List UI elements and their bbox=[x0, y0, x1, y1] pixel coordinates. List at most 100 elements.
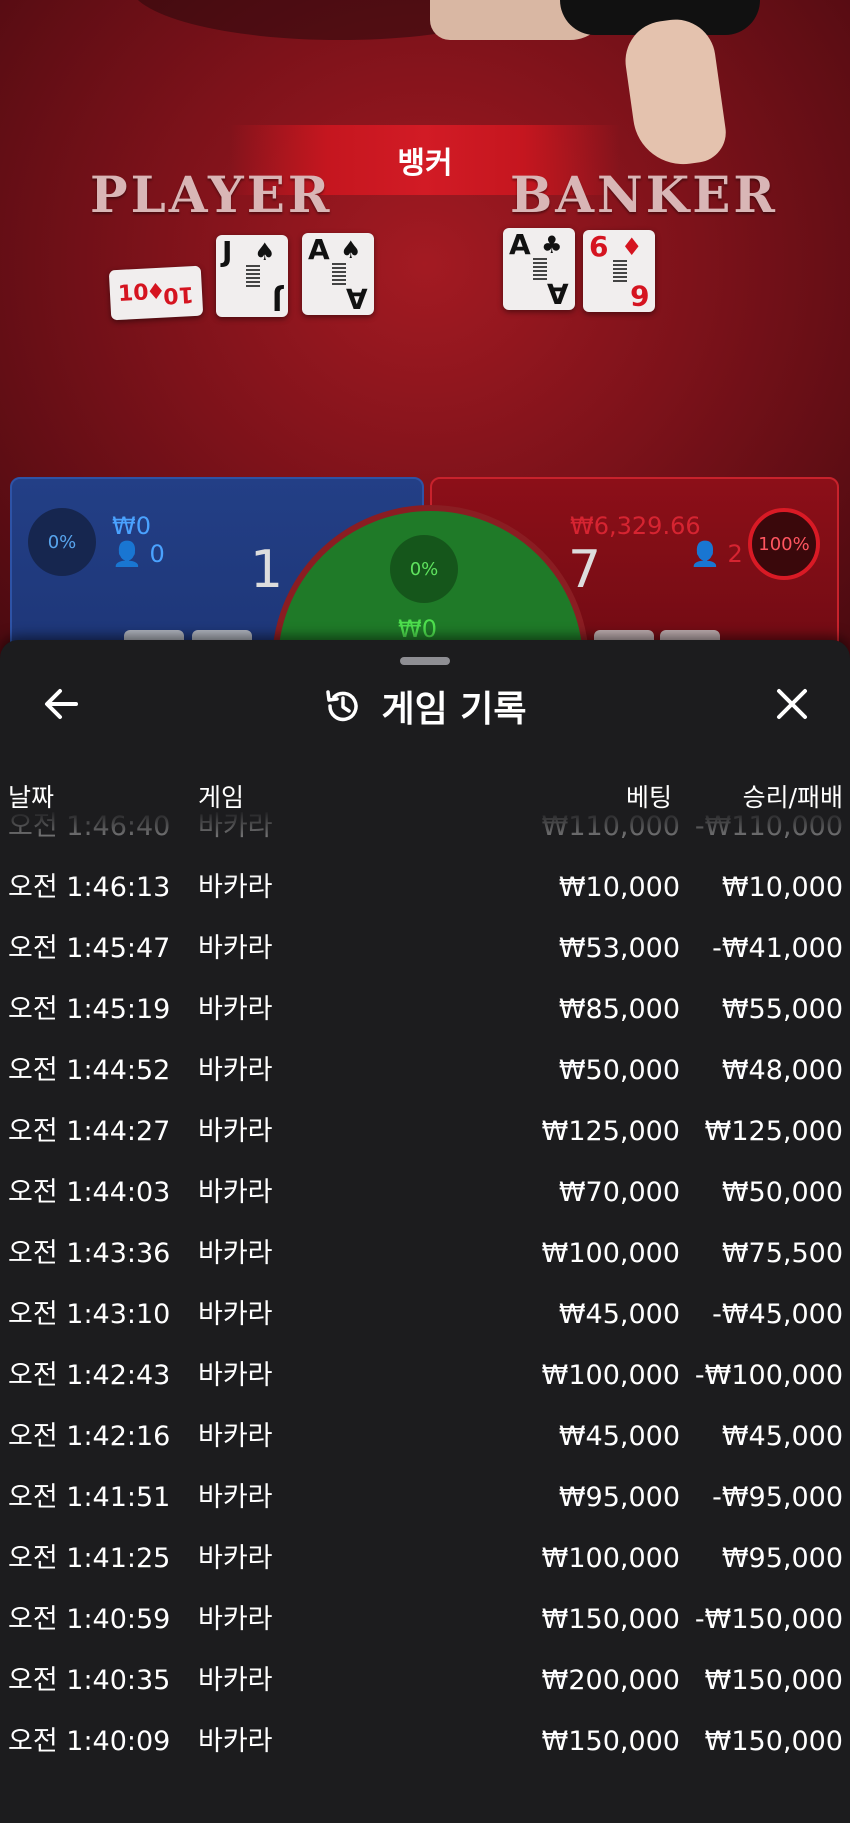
card-rank-flipped: 10 bbox=[162, 281, 195, 308]
history-row[interactable]: 오전 1:45:47 바카라 ₩53,000 -₩41,000 bbox=[0, 918, 850, 979]
row-result: ₩55,000 bbox=[721, 994, 843, 1025]
row-time: 오전 1:42:43 bbox=[8, 1360, 171, 1391]
row-bet: ₩150,000 bbox=[541, 1604, 680, 1635]
row-game: 바카라 bbox=[198, 1360, 273, 1391]
close-icon bbox=[777, 689, 807, 719]
history-row[interactable]: 오전 1:46:13 바카라 ₩10,000 ₩10,000 bbox=[0, 857, 850, 918]
row-bet: ₩85,000 bbox=[558, 994, 680, 1025]
banker-score: 7 bbox=[568, 540, 602, 600]
history-row[interactable]: 오전 1:44:27 바카라 ₩125,000 ₩125,000 bbox=[0, 1101, 850, 1162]
history-row[interactable]: 오전 1:44:03 바카라 ₩70,000 ₩50,000 bbox=[0, 1162, 850, 1223]
column-header-bet: 베팅 bbox=[625, 783, 672, 812]
row-result: ₩125,000 bbox=[704, 1116, 843, 1147]
row-time: 오전 1:41:51 bbox=[8, 1482, 171, 1513]
card-face bbox=[533, 258, 547, 280]
sheet-header: 게임 기록 bbox=[0, 684, 850, 730]
row-bet: ₩110,000 bbox=[541, 811, 680, 842]
row-bet: ₩53,000 bbox=[558, 933, 680, 964]
row-time: 오전 1:40:59 bbox=[8, 1604, 171, 1635]
row-time: 오전 1:41:25 bbox=[8, 1543, 171, 1574]
row-result: -₩95,000 bbox=[712, 1482, 843, 1513]
history-list[interactable]: 오전 1:46:40 바카라 ₩110,000 -₩110,000 오전 1:46:13… bbox=[0, 810, 850, 1823]
sheet-drag-handle[interactable] bbox=[400, 657, 450, 665]
row-game: 바카라 bbox=[198, 1665, 273, 1696]
row-result: ₩45,000 bbox=[721, 1421, 843, 1452]
history-row[interactable]: 오전 1:40:59 바카라 ₩150,000 -₩150,000 bbox=[0, 1589, 850, 1650]
card-rank: A bbox=[509, 228, 531, 261]
row-game: 바카라 bbox=[198, 1726, 273, 1757]
history-row[interactable]: 오전 1:41:25 바카라 ₩100,000 ₩95,000 bbox=[0, 1528, 850, 1589]
row-bet: ₩100,000 bbox=[541, 1238, 680, 1269]
row-bet: ₩125,000 bbox=[541, 1116, 680, 1147]
history-row[interactable]: 오전 1:41:51 바카라 ₩95,000 -₩95,000 bbox=[0, 1467, 850, 1528]
row-bet: ₩150,000 bbox=[541, 1726, 680, 1757]
game-history-sheet: 게임 기록 날짜 게임 베팅 승리/패배 오전 1:46:40 바카라 ₩110,0… bbox=[0, 640, 850, 1823]
sheet-title: 게임 기록 bbox=[381, 689, 527, 730]
tie-percent: 0% bbox=[390, 535, 458, 603]
row-time: 오전 1:44:27 bbox=[8, 1116, 171, 1147]
history-row[interactable]: 오전 1:44:52 바카라 ₩50,000 ₩48,000 bbox=[0, 1040, 850, 1101]
card-rank: J bbox=[222, 235, 233, 268]
row-result: ₩150,000 bbox=[704, 1665, 843, 1696]
card-suit: ♣ bbox=[541, 231, 563, 259]
row-bet: ₩50,000 bbox=[558, 1055, 680, 1086]
row-game: 바카라 bbox=[198, 1421, 273, 1452]
row-bet: ₩45,000 bbox=[558, 1421, 680, 1452]
history-row[interactable]: 오전 1:42:43 바카라 ₩100,000 -₩100,000 bbox=[0, 1345, 850, 1406]
banker-amount: ₩6,329.66 bbox=[570, 512, 701, 540]
row-game: 바카라 bbox=[198, 1238, 273, 1269]
row-result: ₩75,500 bbox=[721, 1238, 843, 1269]
history-row[interactable]: 오전 1:40:09 바카라 ₩150,000 ₩150,000 bbox=[0, 1711, 850, 1772]
card-suit: ♠ bbox=[340, 236, 362, 264]
row-result: ₩48,000 bbox=[721, 1055, 843, 1086]
row-result: -₩150,000 bbox=[694, 1604, 843, 1635]
row-bet: ₩200,000 bbox=[541, 1665, 680, 1696]
player-card-1: 10 ♦ 10 bbox=[108, 265, 204, 321]
row-game: 바카라 bbox=[198, 933, 273, 964]
close-button[interactable] bbox=[770, 682, 814, 726]
row-time: 오전 1:40:09 bbox=[8, 1726, 171, 1757]
user-icon: 👤 bbox=[690, 540, 720, 568]
card-face bbox=[332, 263, 346, 285]
player-users: 👤 0 bbox=[112, 540, 165, 568]
player-percent: 0% bbox=[28, 508, 96, 576]
row-time: 오전 1:43:36 bbox=[8, 1238, 171, 1269]
row-game: 바카라 bbox=[198, 1177, 273, 1208]
card-rank-flipped: 6 bbox=[629, 279, 649, 312]
row-time: 오전 1:43:10 bbox=[8, 1299, 171, 1330]
row-result: ₩50,000 bbox=[721, 1177, 843, 1208]
row-game: 바카라 bbox=[198, 811, 273, 842]
history-row[interactable]: 오전 1:43:36 바카라 ₩100,000 ₩75,500 bbox=[0, 1223, 850, 1284]
player-amount: ₩0 bbox=[112, 512, 151, 540]
player-user-count: 0 bbox=[149, 540, 165, 568]
row-bet: ₩100,000 bbox=[541, 1543, 680, 1574]
history-row[interactable]: 오전 1:40:35 바카라 ₩200,000 ₩150,000 bbox=[0, 1650, 850, 1711]
card-rank-flipped: J bbox=[271, 284, 282, 317]
row-result: -₩110,000 bbox=[694, 811, 843, 842]
row-game: 바카라 bbox=[198, 1055, 273, 1086]
history-row[interactable]: 오전 1:42:16 바카라 ₩45,000 ₩45,000 bbox=[0, 1406, 850, 1467]
history-row[interactable]: 오전 1:43:10 바카라 ₩45,000 -₩45,000 bbox=[0, 1284, 850, 1345]
row-game: 바카라 bbox=[198, 1543, 273, 1574]
row-game: 바카라 bbox=[198, 1482, 273, 1513]
player-stats: ₩0 👤 0 bbox=[112, 512, 165, 568]
history-row[interactable]: 오전 1:46:40 바카라 ₩110,000 -₩110,000 bbox=[0, 810, 850, 857]
row-result: ₩95,000 bbox=[721, 1543, 843, 1574]
card-face bbox=[246, 265, 260, 287]
banker-user-count: 2 bbox=[727, 540, 743, 568]
user-icon: 👤 bbox=[112, 540, 142, 568]
history-row[interactable]: 오전 1:45:19 바카라 ₩85,000 ₩55,000 bbox=[0, 979, 850, 1040]
player-label: PLAYER bbox=[90, 165, 333, 224]
card-rank: A bbox=[308, 233, 330, 266]
player-card-2: J ♠ J bbox=[216, 235, 288, 317]
row-time: 오전 1:44:52 bbox=[8, 1055, 171, 1086]
card-rank: 6 bbox=[589, 230, 609, 263]
card-suit: ♠ bbox=[254, 238, 276, 266]
row-bet: ₩70,000 bbox=[558, 1177, 680, 1208]
row-time: 오전 1:44:03 bbox=[8, 1177, 171, 1208]
card-face bbox=[613, 260, 627, 282]
row-time: 오전 1:46:13 bbox=[8, 872, 171, 903]
banker-label: BANKER bbox=[510, 165, 778, 224]
row-game: 바카라 bbox=[198, 872, 273, 903]
row-bet: ₩95,000 bbox=[558, 1482, 680, 1513]
